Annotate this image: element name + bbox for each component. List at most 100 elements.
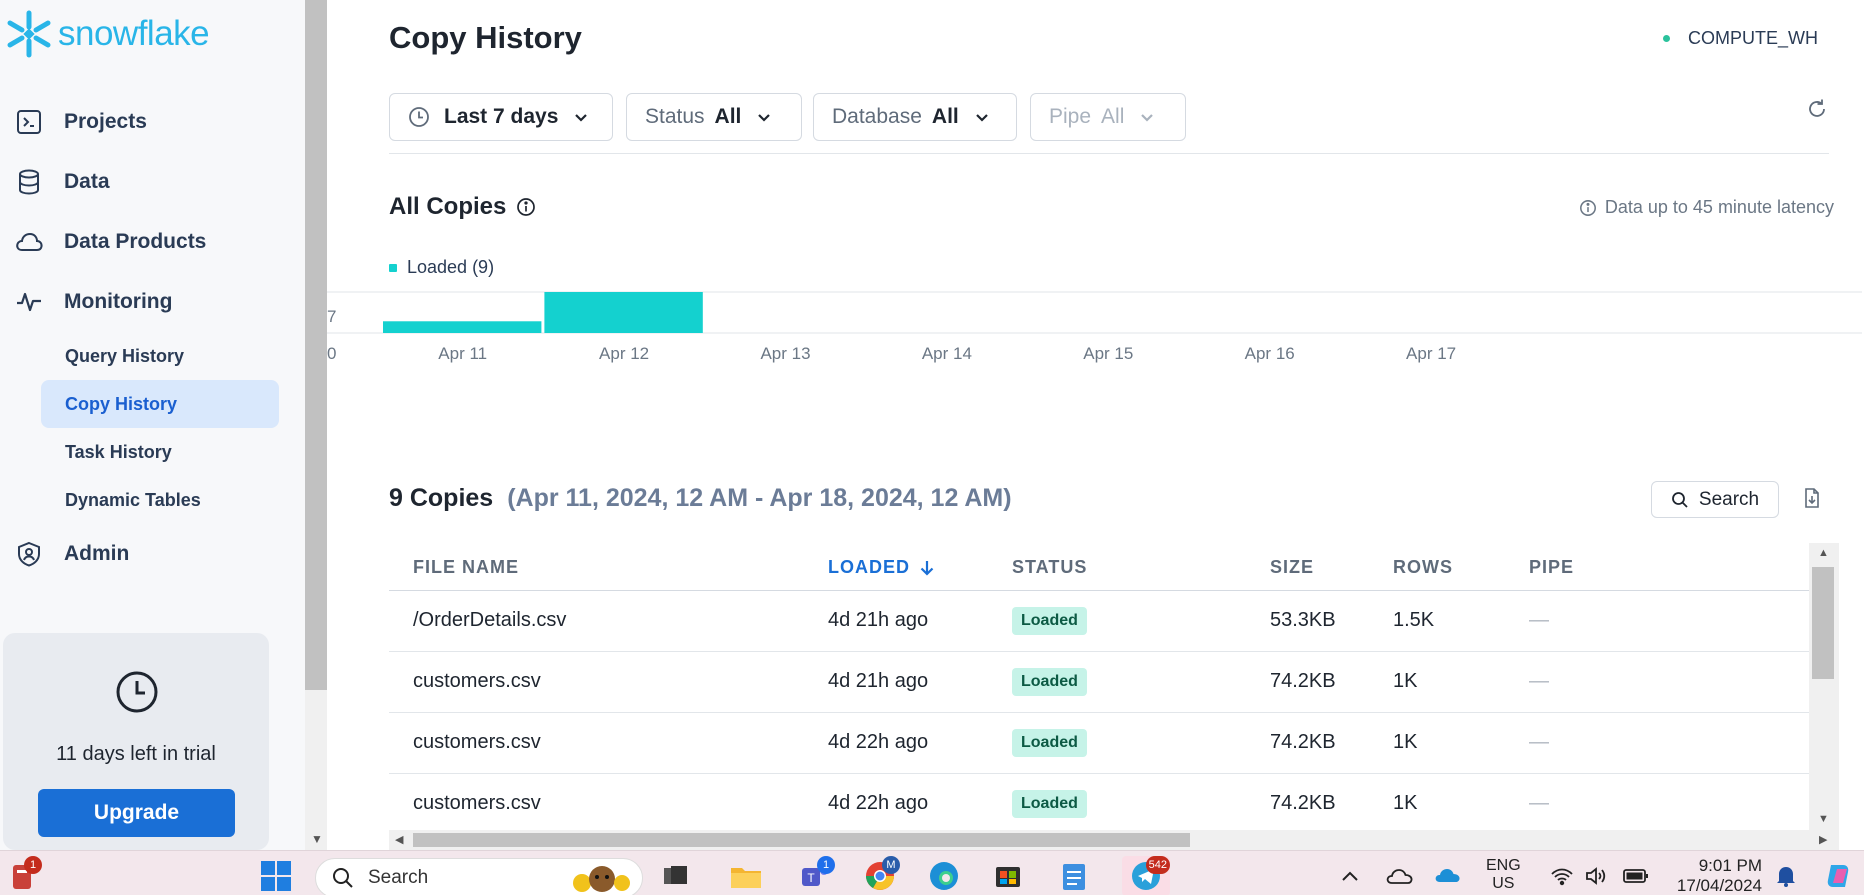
- sidebar-scrollbar[interactable]: ▼: [305, 0, 327, 850]
- column-header-file-name[interactable]: FILE NAME: [413, 557, 519, 578]
- sidebar: snowflake Projects Data Data Products Mo…: [0, 0, 305, 850]
- volume-icon[interactable]: [1576, 856, 1616, 895]
- chevron-down-icon: [1140, 113, 1154, 122]
- table-horizontal-scrollbar[interactable]: ◀ ▶: [389, 830, 1839, 850]
- cell-file-name: customers.csv: [413, 670, 541, 692]
- notification-badge: 1: [24, 856, 42, 874]
- export-icon[interactable]: [1802, 487, 1822, 514]
- nav-data-label: Data: [64, 170, 110, 193]
- copilot-icon[interactable]: [1818, 856, 1858, 895]
- sub-item-task-history[interactable]: Task History: [41, 428, 279, 476]
- refresh-icon[interactable]: [1806, 98, 1828, 125]
- sub-item-label: Dynamic Tables: [65, 489, 201, 510]
- sub-item-dynamic-tables[interactable]: Dynamic Tables: [41, 476, 279, 524]
- onedrive-icon[interactable]: [1380, 856, 1420, 895]
- search-button[interactable]: Search: [1651, 481, 1779, 518]
- nav-projects-label: Projects: [64, 110, 147, 133]
- column-header-status[interactable]: STATUS: [1012, 557, 1087, 578]
- trial-text: 11 days left in trial: [56, 743, 216, 765]
- sub-item-copy-history[interactable]: Copy History: [41, 380, 279, 428]
- scroll-up-arrow-icon[interactable]: ▲: [1818, 547, 1829, 559]
- windows-start-icon[interactable]: [256, 856, 296, 895]
- notification-bell-icon[interactable]: [1766, 856, 1806, 895]
- search-button-label: Search: [1698, 488, 1760, 510]
- x-tick-label: Apr 17: [1406, 344, 1456, 363]
- clock-area[interactable]: 9:01 PM 17/04/2024: [1670, 856, 1762, 895]
- table-row[interactable]: /OrderDetails.csv 4d 21h ago Loaded 53.3…: [389, 591, 1809, 652]
- column-header-rows[interactable]: ROWS: [1393, 557, 1453, 578]
- store-icon[interactable]: [988, 856, 1028, 895]
- teams-icon[interactable]: T 1: [795, 856, 835, 895]
- windows-taskbar: 1 Search T 1 M 542 ENG US 9:01 PM 17/04/…: [0, 850, 1864, 895]
- latency-note: Data up to 45 minute latency: [1579, 197, 1834, 218]
- edge-icon[interactable]: [924, 856, 964, 895]
- telegram-icon[interactable]: 542: [1122, 856, 1170, 895]
- table-horizontal-scrollbar-thumb[interactable]: [413, 833, 1190, 847]
- copies-date-range: (Apr 11, 2024, 12 AM - Apr 18, 2024, 12 …: [507, 484, 1012, 512]
- cell-file-name: customers.csv: [413, 731, 541, 753]
- cloud-sync-icon[interactable]: [1428, 856, 1468, 895]
- chevron-down-icon: [757, 113, 771, 122]
- date-range-filter[interactable]: Last 7 days: [389, 93, 613, 141]
- nav-data[interactable]: Data: [14, 164, 110, 200]
- column-header-size[interactable]: SIZE: [1270, 557, 1314, 578]
- file-explorer-icon[interactable]: [726, 856, 766, 895]
- notepad-icon[interactable]: [1054, 856, 1094, 895]
- nav-admin[interactable]: Admin: [14, 536, 129, 572]
- nav-projects[interactable]: Projects: [14, 104, 147, 140]
- search-icon: [1671, 491, 1689, 509]
- x-tick-label: Apr 12: [599, 344, 649, 363]
- nav-monitoring[interactable]: Monitoring: [14, 284, 172, 320]
- language-indicator[interactable]: ENG US: [1486, 857, 1521, 893]
- sidebar-scrollbar-thumb[interactable]: [305, 0, 327, 690]
- pipe-filter[interactable]: Pipe All: [1030, 93, 1186, 141]
- warehouse-selector[interactable]: COMPUTE_WH: [1663, 28, 1818, 49]
- database-filter-label: Database: [832, 105, 922, 128]
- battery-icon[interactable]: [1616, 856, 1656, 895]
- sub-item-label: Copy History: [65, 393, 178, 414]
- snowflake-logo[interactable]: snowflake: [4, 8, 210, 60]
- chart-bar: [544, 292, 703, 333]
- cloud-icon: [14, 227, 44, 257]
- language-code: ENG: [1486, 857, 1521, 874]
- column-header-pipe[interactable]: PIPE: [1529, 557, 1574, 578]
- app-window: snowflake Projects Data Data Products Mo…: [0, 0, 1864, 895]
- scroll-down-arrow-icon[interactable]: ▼: [311, 832, 323, 846]
- cell-size: 74.2KB: [1270, 731, 1336, 753]
- sub-item-query-history[interactable]: Query History: [41, 332, 279, 380]
- shield-user-icon: [14, 539, 44, 569]
- chart-bar: [383, 321, 542, 333]
- table-row[interactable]: customers.csv 4d 21h ago Loaded 74.2KB 1…: [389, 652, 1809, 713]
- scroll-left-arrow-icon[interactable]: ◀: [395, 833, 403, 846]
- scroll-right-arrow-icon[interactable]: ▶: [1819, 833, 1827, 846]
- table-vertical-scrollbar[interactable]: ▲ ▼: [1809, 543, 1839, 830]
- clock-time: 9:01 PM: [1698, 856, 1762, 875]
- table-vertical-scrollbar-thumb[interactable]: [1812, 567, 1834, 679]
- chevron-up-icon[interactable]: [1330, 856, 1370, 895]
- status-badge: Loaded: [1012, 729, 1087, 757]
- search-icon: [332, 867, 354, 889]
- upgrade-button[interactable]: Upgrade: [38, 789, 235, 837]
- sub-item-label: Task History: [65, 441, 172, 462]
- cell-pipe: —: [1529, 670, 1549, 692]
- pipe-filter-label: Pipe: [1049, 105, 1092, 128]
- task-view-icon[interactable]: [656, 856, 696, 895]
- pinned-app-icon[interactable]: 1: [2, 856, 42, 895]
- cell-size: 74.2KB: [1270, 792, 1336, 814]
- profile-badge: M: [882, 856, 900, 874]
- scroll-down-arrow-icon[interactable]: ▼: [1818, 813, 1829, 825]
- cell-rows: 1K: [1393, 670, 1418, 692]
- table-row[interactable]: customers.csv 4d 22h ago Loaded 74.2KB 1…: [389, 774, 1809, 835]
- notification-badge: 542: [1145, 856, 1170, 874]
- status-badge: Loaded: [1012, 607, 1087, 635]
- chrome-icon[interactable]: M: [860, 856, 900, 895]
- status-filter[interactable]: Status All: [626, 93, 802, 141]
- info-icon[interactable]: [516, 197, 536, 217]
- main-content: Copy History COMPUTE_WH Last 7 days Stat…: [327, 0, 1864, 850]
- taskbar-search[interactable]: Search: [315, 858, 643, 895]
- nav-data-products[interactable]: Data Products: [14, 224, 206, 260]
- clock-date: 17/04/2024: [1676, 876, 1762, 895]
- column-header-loaded[interactable]: LOADED: [828, 557, 936, 578]
- database-filter[interactable]: Database All: [813, 93, 1017, 141]
- table-row[interactable]: customers.csv 4d 22h ago Loaded 74.2KB 1…: [389, 713, 1809, 774]
